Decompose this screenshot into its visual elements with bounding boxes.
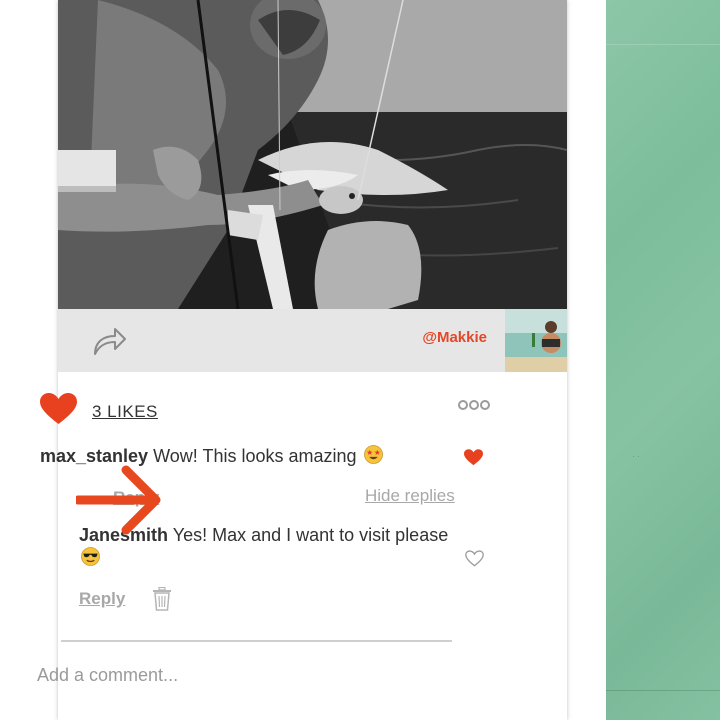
sunglasses-emoji-icon (81, 547, 100, 566)
add-comment-input[interactable] (37, 662, 457, 688)
composer-divider (61, 640, 452, 642)
reply-like-heart-icon[interactable] (465, 550, 484, 567)
reply-username[interactable]: Janesmith (79, 525, 168, 545)
author-handle-link[interactable]: @Makkie (422, 329, 487, 346)
comment-liked-heart-icon[interactable] (464, 449, 483, 466)
hide-replies-link[interactable]: Hide replies (365, 486, 455, 506)
comment-max-stanley: max_stanley Wow! This looks amazing (40, 445, 383, 467)
reply-button[interactable]: Reply (113, 488, 159, 508)
author-avatar[interactable] (505, 309, 567, 372)
green-side-panel (606, 0, 720, 720)
post-card: @Makkie (58, 0, 567, 720)
post-photo[interactable] (58, 0, 567, 309)
likes-count-link[interactable]: 3 LIKES (92, 402, 158, 422)
reply-button-nested[interactable]: Reply (79, 589, 125, 609)
more-options-icon[interactable] (458, 398, 490, 412)
post-action-bar: @Makkie (58, 309, 567, 372)
panel-speck: · · (632, 452, 640, 461)
star-struck-emoji-icon (363, 445, 383, 464)
share-icon[interactable] (91, 324, 127, 356)
reply-text: Yes! Max and I want to visit please (172, 525, 449, 545)
like-heart-icon[interactable] (40, 393, 77, 425)
reply-comment-janesmith: Janesmith Yes! Max and I want to visit p… (79, 524, 449, 570)
trash-icon[interactable] (151, 587, 173, 611)
comment-text: Wow! This looks amazing (153, 446, 357, 466)
comment-username[interactable]: max_stanley (40, 446, 148, 466)
